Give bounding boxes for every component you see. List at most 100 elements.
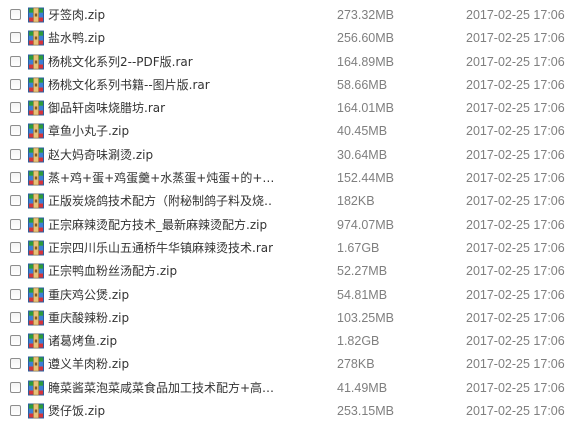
file-name[interactable]: 盐水鸭.zip: [48, 27, 273, 50]
file-row[interactable]: 重庆鸡公煲.zip 54.81MB 2017-02-25 17:06: [0, 284, 576, 307]
file-size: 103.25MB: [337, 310, 394, 325]
file-date: 2017-02-25 17:06: [466, 54, 565, 69]
file-date: 2017-02-25 17:06: [466, 287, 565, 302]
file-name[interactable]: 诸葛烤鱼.zip: [48, 330, 273, 353]
file-row[interactable]: 盐水鸭.zip 256.60MB 2017-02-25 17:06: [0, 27, 576, 50]
file-date: 2017-02-25 17:06: [466, 194, 565, 209]
file-size: 256.60MB: [337, 31, 394, 46]
archive-icon: [28, 77, 44, 93]
archive-icon: [28, 170, 44, 186]
file-row[interactable]: 诸葛烤鱼.zip 1.82GB 2017-02-25 17:06: [0, 330, 576, 353]
row-checkbox[interactable]: [10, 218, 21, 230]
file-name[interactable]: 牙签肉.zip: [48, 4, 273, 27]
row-checkbox[interactable]: [10, 381, 21, 393]
file-date: 2017-02-25 17:06: [466, 217, 565, 232]
file-row[interactable]: 腌菜酱菜泡菜咸菜食品加工技术配方+高… 41.49MB 2017-02-25 1…: [0, 377, 576, 400]
file-row[interactable]: 正版炭烧鸽技术配方（附秘制鸽子料及烧… 182KB 2017-02-25 17:…: [0, 190, 576, 213]
archive-icon: [28, 403, 44, 419]
archive-icon: [28, 310, 44, 326]
row-checkbox[interactable]: [10, 172, 21, 184]
row-checkbox[interactable]: [10, 311, 21, 323]
file-size: 54.81MB: [337, 287, 388, 302]
archive-icon: [28, 263, 44, 279]
file-date: 2017-02-25 17:06: [466, 147, 565, 162]
file-date: 2017-02-25 17:06: [466, 404, 565, 419]
file-size: 58.66MB: [337, 77, 388, 92]
file-list: 牙签肉.zip 273.32MB 2017-02-25 17:06 盐水鸭.zi…: [0, 4, 576, 423]
file-row[interactable]: 重庆酸辣粉.zip 103.25MB 2017-02-25 17:06: [0, 307, 576, 330]
file-row[interactable]: 赵大妈奇味涮烫.zip 30.64MB 2017-02-25 17:06: [0, 144, 576, 167]
file-row[interactable]: 煲仔饭.zip 253.15MB 2017-02-25 17:06: [0, 400, 576, 423]
archive-icon: [28, 217, 44, 233]
file-name[interactable]: 正宗四川乐山五通桥牛华镇麻辣烫技术.rar: [48, 237, 273, 260]
archive-icon: [28, 193, 44, 209]
file-name[interactable]: 章鱼小丸子.zip: [48, 120, 273, 143]
archive-icon: [28, 123, 44, 139]
row-checkbox[interactable]: [10, 78, 21, 90]
file-size: 1.67GB: [337, 240, 380, 255]
archive-icon: [28, 287, 44, 303]
file-date: 2017-02-25 17:06: [466, 264, 565, 279]
file-date: 2017-02-25 17:06: [466, 310, 565, 325]
file-name[interactable]: 正宗鸭血粉丝汤配方.zip: [48, 260, 273, 283]
file-date: 2017-02-25 17:06: [466, 31, 565, 46]
file-size: 164.89MB: [337, 54, 394, 69]
file-name[interactable]: 赵大妈奇味涮烫.zip: [48, 144, 273, 167]
file-name[interactable]: 正宗麻辣烫配方技术_最新麻辣烫配方.zip: [48, 214, 273, 237]
file-name[interactable]: 遵义羊肉粉.zip: [48, 353, 273, 376]
archive-icon: [28, 7, 44, 23]
file-date: 2017-02-25 17:06: [466, 380, 565, 395]
file-row[interactable]: 御品轩卤味烧腊坊.rar 164.01MB 2017-02-25 17:06: [0, 97, 576, 120]
file-date: 2017-02-25 17:06: [466, 357, 565, 372]
row-checkbox[interactable]: [10, 358, 21, 370]
row-checkbox[interactable]: [10, 195, 21, 207]
row-checkbox[interactable]: [10, 405, 21, 417]
row-checkbox[interactable]: [10, 55, 21, 67]
file-date: 2017-02-25 17:06: [466, 334, 565, 349]
file-date: 2017-02-25 17:06: [466, 8, 565, 22]
file-date: 2017-02-25 17:06: [466, 240, 565, 255]
file-size: 253.15MB: [337, 404, 394, 419]
archive-icon: [28, 240, 44, 256]
file-size: 1.82GB: [337, 334, 380, 349]
row-checkbox[interactable]: [10, 148, 21, 160]
file-date: 2017-02-25 17:06: [466, 77, 565, 92]
archive-icon: [28, 147, 44, 163]
file-row[interactable]: 杨桃文化系列2--PDF版.rar 164.89MB 2017-02-25 17…: [0, 51, 576, 74]
file-name[interactable]: 蒸+鸡+蛋+鸡蛋羹+水蒸蛋+炖蛋+的+…: [48, 167, 273, 190]
file-name[interactable]: 煲仔饭.zip: [48, 400, 273, 423]
file-row[interactable]: 正宗麻辣烫配方技术_最新麻辣烫配方.zip 974.07MB 2017-02-2…: [0, 214, 576, 237]
archive-icon: [28, 356, 44, 372]
row-checkbox[interactable]: [10, 32, 21, 44]
file-name[interactable]: 正版炭烧鸽技术配方（附秘制鸽子料及烧…: [48, 190, 273, 213]
archive-icon: [28, 333, 44, 349]
file-name[interactable]: 御品轩卤味烧腊坊.rar: [48, 97, 273, 120]
file-date: 2017-02-25 17:06: [466, 101, 565, 116]
file-size: 30.64MB: [337, 147, 388, 162]
file-row[interactable]: 遵义羊肉粉.zip 278KB 2017-02-25 17:06: [0, 353, 576, 376]
row-checkbox[interactable]: [10, 125, 21, 137]
file-size: 41.49MB: [337, 380, 388, 395]
file-row[interactable]: 正宗鸭血粉丝汤配方.zip 52.27MB 2017-02-25 17:06: [0, 260, 576, 283]
file-name[interactable]: 重庆鸡公煲.zip: [48, 284, 273, 307]
file-row[interactable]: 章鱼小丸子.zip 40.45MB 2017-02-25 17:06: [0, 120, 576, 143]
file-size: 974.07MB: [337, 217, 394, 232]
file-row[interactable]: 蒸+鸡+蛋+鸡蛋羹+水蒸蛋+炖蛋+的+… 152.44MB 2017-02-25…: [0, 167, 576, 190]
file-row[interactable]: 正宗四川乐山五通桥牛华镇麻辣烫技术.rar 1.67GB 2017-02-25 …: [0, 237, 576, 260]
file-name[interactable]: 腌菜酱菜泡菜咸菜食品加工技术配方+高…: [48, 377, 273, 400]
file-name[interactable]: 重庆酸辣粉.zip: [48, 307, 273, 330]
row-checkbox[interactable]: [10, 241, 21, 253]
file-name[interactable]: 杨桃文化系列2--PDF版.rar: [48, 51, 273, 74]
row-checkbox[interactable]: [10, 288, 21, 300]
row-checkbox[interactable]: [10, 102, 21, 114]
file-row[interactable]: 牙签肉.zip 273.32MB 2017-02-25 17:06: [0, 4, 576, 27]
row-checkbox[interactable]: [10, 335, 21, 347]
file-size: 40.45MB: [337, 124, 388, 139]
archive-icon: [28, 30, 44, 46]
row-checkbox[interactable]: [10, 9, 21, 20]
row-checkbox[interactable]: [10, 265, 21, 277]
file-name[interactable]: 杨桃文化系列书籍--图片版.rar: [48, 74, 273, 97]
file-size: 273.32MB: [337, 8, 394, 22]
archive-icon: [28, 380, 44, 396]
file-row[interactable]: 杨桃文化系列书籍--图片版.rar 58.66MB 2017-02-25 17:…: [0, 74, 576, 97]
